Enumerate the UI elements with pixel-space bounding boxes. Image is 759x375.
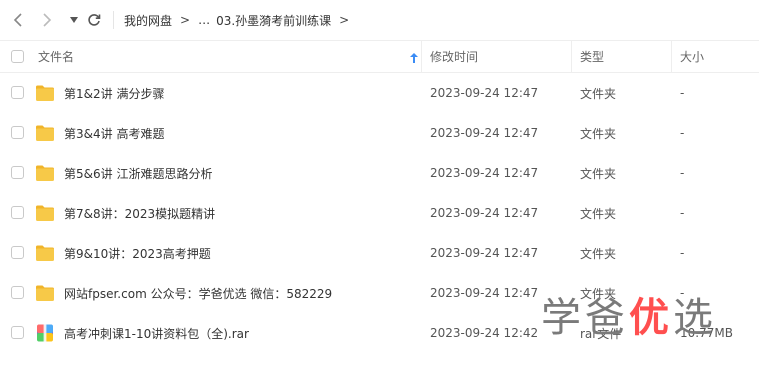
file-name: 第7&8讲：2023模拟题精讲 — [64, 206, 216, 221]
toolbar: 我的网盘 > … 03.孙墨漪考前训练课 > — [0, 0, 759, 40]
sort-ascending-icon[interactable] — [410, 52, 418, 66]
file-type: 文件夹 — [580, 86, 617, 101]
file-row[interactable]: 第3&4讲 高考难题 2023-09-24 12:47 文件夹 - — [0, 113, 759, 153]
column-header-modified[interactable]: 修改时间 — [430, 41, 478, 72]
history-dropdown-button[interactable] — [64, 10, 84, 30]
file-row[interactable]: 第5&6讲 江浙难题思路分析 2023-09-24 12:47 文件夹 - — [0, 153, 759, 193]
select-all-checkbox[interactable] — [11, 41, 24, 72]
watermark: 学爸优选 — [541, 288, 721, 341]
file-name: 网站fpser.com 公众号：学爸优选 微信：582229 — [64, 286, 333, 301]
folder-icon — [35, 163, 55, 183]
breadcrumb-current[interactable]: 03.孙墨漪考前训练课 — [216, 12, 331, 29]
folder-icon — [35, 283, 55, 303]
chevron-left-icon — [13, 13, 25, 27]
file-size: - — [680, 86, 685, 100]
refresh-button[interactable] — [84, 10, 104, 30]
column-header-name[interactable]: 文件名 — [38, 41, 418, 72]
file-type: 文件夹 — [580, 166, 617, 181]
file-modified: 2023-09-24 12:42 — [430, 326, 539, 340]
breadcrumb-separator-tail: > — [339, 13, 350, 27]
file-name: 高考冲刺课1-10讲资料包（全).rar — [64, 326, 249, 341]
file-list-header: 文件名 修改时间 类型 大小 — [0, 40, 759, 73]
file-name: 第9&10讲：2023高考押题 — [64, 246, 211, 261]
column-header-type[interactable]: 类型 — [580, 41, 604, 72]
column-divider[interactable] — [571, 41, 572, 72]
file-name: 第3&4讲 高考难题 — [64, 126, 165, 141]
row-checkbox[interactable] — [11, 326, 24, 339]
rar-archive-icon — [35, 323, 55, 343]
back-button[interactable] — [9, 10, 29, 30]
column-header-name-label: 文件名 — [38, 50, 75, 64]
chevron-right-icon — [41, 13, 53, 27]
column-header-type-label: 类型 — [580, 50, 605, 64]
file-size: - — [680, 126, 685, 140]
file-row[interactable]: 第9&10讲：2023高考押题 2023-09-24 12:47 文件夹 - — [0, 233, 759, 273]
file-row[interactable]: 第7&8讲：2023模拟题精讲 2023-09-24 12:47 文件夹 - — [0, 193, 759, 233]
column-divider[interactable] — [671, 41, 672, 72]
row-checkbox[interactable] — [11, 86, 24, 99]
row-checkbox[interactable] — [11, 286, 24, 299]
folder-icon — [35, 123, 55, 143]
watermark-accent-text: 优 — [629, 294, 673, 341]
breadcrumb-root[interactable]: 我的网盘 — [124, 12, 172, 29]
folder-icon — [35, 83, 55, 103]
file-type: 文件夹 — [580, 246, 617, 261]
file-modified: 2023-09-24 12:47 — [430, 166, 539, 180]
folder-icon — [35, 243, 55, 263]
file-modified: 2023-09-24 12:47 — [430, 246, 539, 260]
breadcrumb-separator: > — [180, 13, 191, 27]
row-checkbox[interactable] — [11, 246, 24, 259]
watermark-text: 学爸 — [541, 295, 629, 341]
file-name: 第1&2讲 满分步骤 — [64, 86, 165, 101]
column-header-size[interactable]: 大小 — [680, 41, 704, 72]
file-modified: 2023-09-24 12:47 — [430, 86, 539, 100]
row-checkbox[interactable] — [11, 126, 24, 139]
caret-down-icon — [69, 16, 79, 24]
row-checkbox[interactable] — [11, 166, 24, 179]
checkbox[interactable] — [11, 50, 24, 63]
breadcrumb-ellipsis[interactable]: … — [198, 13, 210, 27]
file-modified: 2023-09-24 12:47 — [430, 206, 539, 220]
file-modified: 2023-09-24 12:47 — [430, 126, 539, 140]
file-name: 第5&6讲 江浙难题思路分析 — [64, 166, 213, 181]
refresh-icon — [87, 13, 101, 27]
file-type: 文件夹 — [580, 206, 617, 221]
file-modified: 2023-09-24 12:47 — [430, 286, 539, 300]
file-size: - — [680, 166, 685, 180]
file-size: - — [680, 246, 685, 260]
file-size: - — [680, 206, 685, 220]
column-header-size-label: 大小 — [680, 50, 705, 64]
column-header-modified-label: 修改时间 — [430, 50, 479, 64]
watermark-text-end: 选 — [673, 295, 717, 341]
column-divider[interactable] — [421, 41, 422, 72]
file-row[interactable]: 第1&2讲 满分步骤 2023-09-24 12:47 文件夹 - — [0, 73, 759, 113]
folder-icon — [35, 203, 55, 223]
row-checkbox[interactable] — [11, 206, 24, 219]
breadcrumb: 我的网盘 > … 03.孙墨漪考前训练课 > — [114, 10, 357, 30]
forward-button[interactable] — [37, 10, 57, 30]
file-type: 文件夹 — [580, 126, 617, 141]
